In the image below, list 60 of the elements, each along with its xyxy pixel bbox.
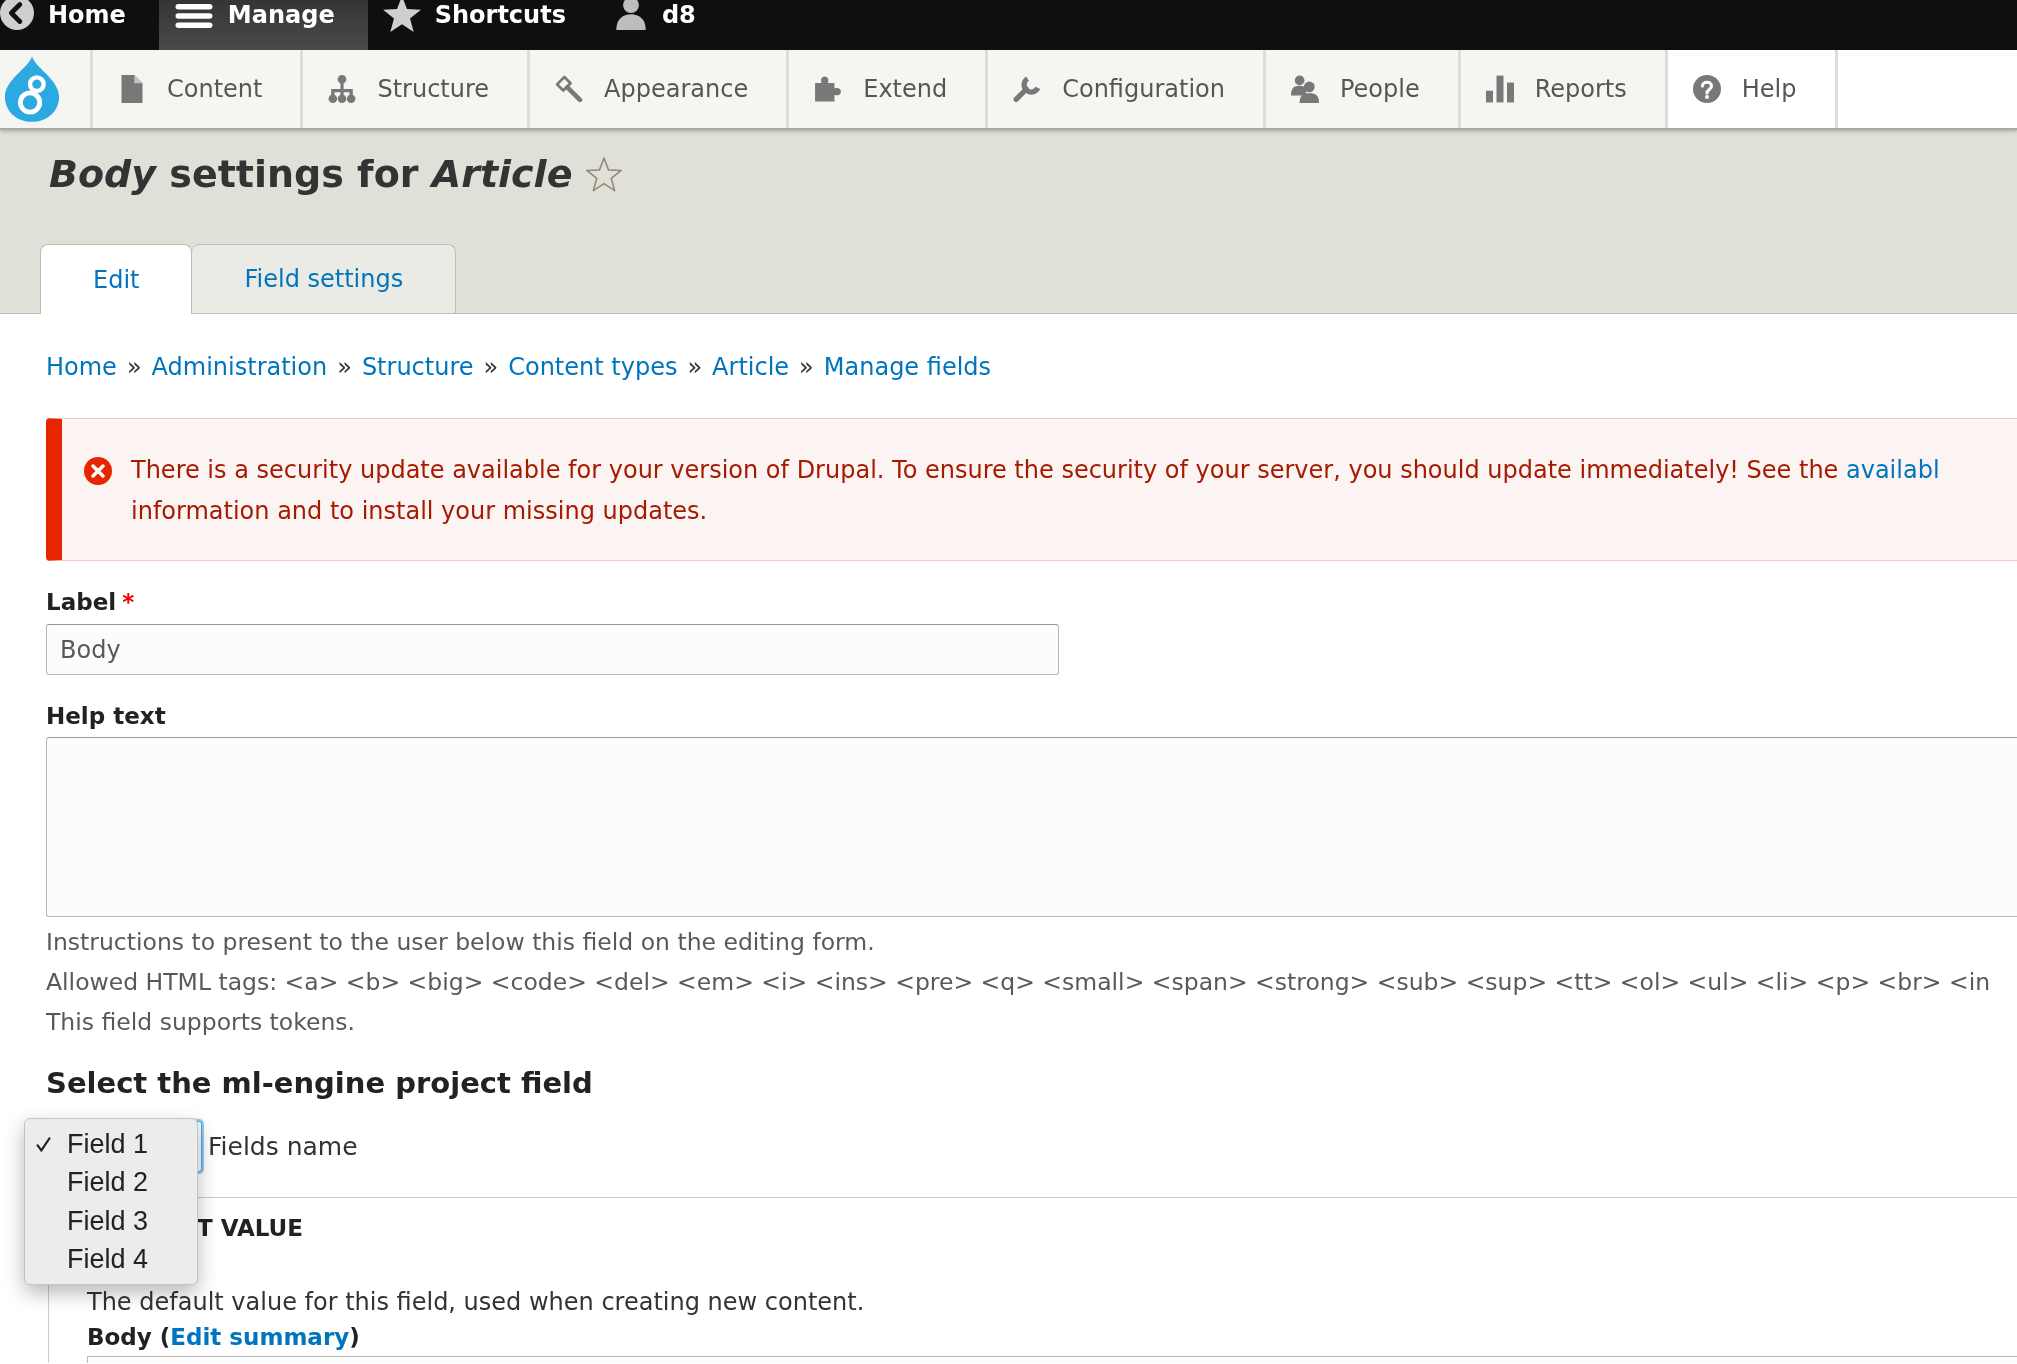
menu-icon <box>173 4 214 28</box>
breadcrumb-link[interactable]: Administration <box>151 352 328 382</box>
field-label: Help text <box>46 702 166 731</box>
dropdown-option[interactable]: Field 2 <box>25 1163 197 1202</box>
toolbar-tab[interactable]: Home <box>0 0 159 50</box>
select-label: Fields name <box>208 1132 358 1161</box>
field-description: Instructions to present to the user below this field on the editing form. <box>46 927 876 958</box>
toolbar-menu-item[interactable]: Extend <box>789 50 989 128</box>
breadcrumb-link[interactable]: Home <box>46 352 117 382</box>
field-label: Label <box>46 588 117 617</box>
toolbar-tab[interactable]: d8 <box>598 0 729 50</box>
field-description: This field supports tokens. <box>46 1007 357 1038</box>
people-icon <box>1291 75 1319 103</box>
error-message-text: There is a security update available for your version of Drupal. To ensure the security of your server, you should update immediately! See the availabl information and to install your missing updates. <box>131 455 1940 527</box>
breadcrumb-separator: » <box>799 352 814 382</box>
breadcrumb-separator: » <box>687 352 703 382</box>
breadcrumb-separator: » <box>483 352 499 382</box>
edit-summary-link[interactable]: Edit summary <box>170 1324 350 1350</box>
breadcrumb-link[interactable]: Article <box>712 352 790 382</box>
dropdown-option[interactable]: Field 1 <box>25 1125 197 1164</box>
help-icon <box>1692 75 1721 103</box>
toolbar-tab[interactable]: Manage <box>158 0 368 50</box>
field-description: The default value for this field, used when creating new content. <box>87 1287 866 1317</box>
breadcrumb-link[interactable]: Manage fields <box>823 352 992 382</box>
required-asterisk: * <box>122 588 135 617</box>
drop-logo-icon <box>3 56 61 122</box>
breadcrumb-separator: » <box>337 352 352 382</box>
toolbar-menu-item[interactable]: Appearance <box>530 50 790 128</box>
body-field-label: Body (Edit summary) <box>87 1323 361 1352</box>
toolbar-menu-item[interactable]: Content <box>93 50 304 128</box>
body-text-area[interactable] <box>87 1356 2017 1363</box>
page-title: Body settings for Article <box>49 151 573 197</box>
label-input[interactable]: Body <box>46 624 1059 675</box>
toolbar-menu-item[interactable]: Reports <box>1460 50 1668 128</box>
breadcrumb-link[interactable]: Structure <box>361 352 474 382</box>
hammer-icon <box>555 75 584 103</box>
error-icon <box>84 457 112 485</box>
toolbar-menu-item[interactable]: People <box>1266 50 1461 128</box>
toolbar-tab[interactable]: Shortcuts <box>367 0 599 50</box>
star-outline-icon[interactable] <box>586 156 623 192</box>
page-tab[interactable]: Edit <box>40 244 193 314</box>
field-description: Allowed HTML tags: <a> <b> <big> <code> <del> <em> <i> <ins> <pre> <q> <small> <span> <strong> <sub> <sup> <tt> <ol> <ul> <li> <p> <br> <in <box>46 967 1992 998</box>
dropdown-option[interactable]: Field 3 <box>25 1202 197 1241</box>
hierarchy-icon <box>328 75 357 103</box>
bar-chart-icon <box>1485 75 1514 103</box>
user-icon <box>613 0 648 30</box>
toolbar-menu-item[interactable]: Structure <box>303 50 531 128</box>
puzzle-icon <box>814 75 843 103</box>
breadcrumb-separator: » <box>126 352 142 382</box>
dropdown-option[interactable]: Field 4 <box>25 1240 197 1279</box>
breadcrumb-link[interactable]: Content types <box>508 352 678 382</box>
updates-link[interactable]: availabl <box>1846 456 1940 484</box>
wrench-icon <box>1013 75 1042 103</box>
toolbar-menu-item[interactable]: Configuration <box>988 50 1266 128</box>
fieldset-heading: T VALUE <box>197 1214 304 1243</box>
star-icon <box>382 0 421 32</box>
section-heading: Select the ml-engine project field <box>46 1065 594 1102</box>
toolbar-menu-item[interactable]: Help <box>1667 50 1838 128</box>
home-logo-link[interactable] <box>0 50 93 128</box>
page-tab[interactable]: Field settings <box>192 244 457 313</box>
